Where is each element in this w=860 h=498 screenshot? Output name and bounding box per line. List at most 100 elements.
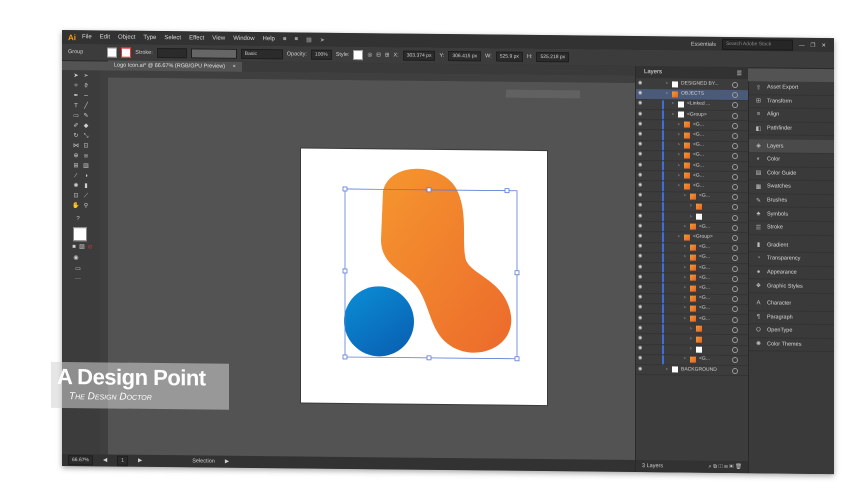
visibility-eye-icon[interactable]: ◉ [638,213,642,219]
artboard-number-field[interactable]: 1 [117,455,128,466]
recolor-icon[interactable]: ◎ [367,52,372,58]
panel-item-swatches[interactable]: ▦ Swatches [749,180,834,195]
target-circle-icon[interactable] [732,102,738,109]
menu-view[interactable]: View [212,36,225,42]
target-circle-icon[interactable] [732,367,738,374]
type-tool-icon[interactable]: T [72,103,80,110]
panel-item-color-guide[interactable]: ▤ Color Guide [749,166,834,182]
target-circle-icon[interactable] [732,286,738,293]
visibility-eye-icon[interactable]: ◉ [638,151,642,157]
panel-item-brushes[interactable]: ✎ Brushes [749,193,834,209]
expand-chevron-icon[interactable]: › [684,315,686,321]
panel-item-opentype[interactable]: O OpenType [749,324,834,339]
workspace-switcher[interactable]: Essentials [691,41,716,47]
expand-chevron-icon[interactable]: › [666,366,668,372]
target-circle-icon[interactable] [732,214,738,221]
target-circle-icon[interactable] [732,133,738,140]
zoom-field[interactable]: 66.67% [68,455,93,466]
visibility-eye-icon[interactable]: ◉ [638,121,642,127]
document-tab-close-icon[interactable]: × [233,64,236,70]
target-circle-icon[interactable] [732,296,738,303]
shaper-tool-icon[interactable]: ✐ [72,123,80,130]
target-circle-icon[interactable] [732,143,738,150]
visibility-eye-icon[interactable]: ◉ [638,233,642,239]
target-circle-icon[interactable] [732,173,738,180]
visibility-eye-icon[interactable]: ◉ [638,223,642,229]
layers-tab[interactable]: Layers [644,69,662,75]
expand-chevron-icon[interactable]: › [690,325,692,331]
target-circle-icon[interactable] [732,163,738,170]
expand-chevron-icon[interactable]: › [678,233,680,239]
visibility-eye-icon[interactable]: ◉ [638,80,642,86]
target-circle-icon[interactable] [732,153,738,160]
artboard-prev-icon[interactable]: ◀ [103,457,107,463]
expand-chevron-icon[interactable]: › [678,121,680,127]
panel-item-layers[interactable]: ◈ Layers [749,139,834,155]
selection-tool-icon[interactable]: ➤ [72,73,80,80]
layers-footer-icons[interactable]: ⌕ ⧉ ◫ ⊞ ▣ 🗑 [709,461,743,473]
menu-object[interactable]: Object [118,35,135,41]
expand-chevron-icon[interactable]: › [684,264,686,270]
panel-item-stroke[interactable]: ☰ Stroke [749,221,834,236]
transform-icon[interactable]: ⊞ [385,52,390,58]
menu-type[interactable]: Type [143,35,156,41]
panel-item-transform[interactable]: ⊞ Transform [749,94,834,110]
visibility-eye-icon[interactable]: ◉ [638,274,642,280]
blue-circle-shape[interactable] [344,286,414,357]
expand-chevron-icon[interactable]: › [684,356,686,362]
expand-chevron-icon[interactable]: › [678,142,680,148]
target-circle-icon[interactable] [732,204,738,211]
expand-chevron-icon[interactable]: › [684,295,686,301]
panel-item-transparency[interactable]: ◔ Transparency [749,252,834,267]
stock-search-input[interactable]: Search Adobe Stock [721,38,793,51]
panel-item-align[interactable]: ≡ Align [749,108,834,123]
expand-chevron-icon[interactable]: › [666,91,668,97]
curvature-tool-icon[interactable]: ∽ [82,93,90,100]
color-mode-icon[interactable]: ■ [70,244,78,251]
target-circle-icon[interactable] [732,235,738,242]
expand-chevron-icon[interactable]: › [690,203,692,209]
zoom-tool-icon[interactable]: ⚲ [82,203,90,210]
status-menu-icon[interactable]: ▶ [225,459,229,465]
visibility-eye-icon[interactable]: ◉ [638,355,642,361]
menu-select[interactable]: Select [164,35,181,41]
panel-item-gradient[interactable]: ▮ Gradient [749,238,834,254]
menu-help[interactable]: Help [263,36,275,42]
rotate-tool-icon[interactable]: ↻ [72,133,80,140]
rectangle-tool-icon[interactable]: ▭ [72,113,80,120]
menu-file[interactable]: File [82,34,92,40]
hand-tool-icon[interactable]: ✋ [72,203,80,210]
eyedropper-tool-icon[interactable]: ⁄ [72,173,80,180]
visibility-eye-icon[interactable]: ◉ [638,182,642,188]
magic-wand-tool-icon[interactable]: ✧ [72,83,80,90]
expand-chevron-icon[interactable]: › [684,285,686,291]
artboard-next-icon[interactable]: ▶ [138,458,142,464]
target-circle-icon[interactable] [732,184,738,191]
help-icon[interactable]: ? [74,216,82,223]
gradient-mode-icon[interactable]: ▨ [78,244,86,251]
expand-chevron-icon[interactable]: › [678,172,680,178]
visibility-eye-icon[interactable]: ◉ [638,111,642,117]
visibility-eye-icon[interactable]: ◉ [638,304,642,310]
free-transform-tool-icon[interactable]: ⊡ [82,143,90,150]
layer-row[interactable]: ◉ › BACKGROUND [636,364,748,377]
direct-selection-tool-icon[interactable]: ➢ [82,73,90,80]
target-circle-icon[interactable] [732,194,738,201]
expand-chevron-icon[interactable]: › [684,274,686,280]
target-circle-icon[interactable] [732,224,738,231]
visibility-eye-icon[interactable]: ◉ [638,335,642,341]
expand-chevron-icon[interactable]: › [684,193,686,199]
panel-item-character[interactable]: A Character [749,297,834,312]
align-icon[interactable]: ⊟ [376,52,381,58]
restore-icon[interactable]: ❐ [810,42,815,48]
perspective-grid-tool-icon[interactable]: ⧈ [82,153,90,160]
panel-menu-icon[interactable]: ☰ [737,70,742,77]
visibility-eye-icon[interactable]: ◉ [638,264,642,270]
panel-item-graphic-styles[interactable]: ❖ Graphic Styles [749,279,834,295]
edit-toolbar-icon[interactable]: ··· [74,276,82,283]
visibility-eye-icon[interactable]: ◉ [638,345,642,351]
expand-chevron-icon[interactable]: › [672,101,674,107]
expand-chevron-icon[interactable]: › [666,80,668,86]
target-circle-icon[interactable] [732,112,738,119]
visibility-eye-icon[interactable]: ◉ [638,131,642,137]
